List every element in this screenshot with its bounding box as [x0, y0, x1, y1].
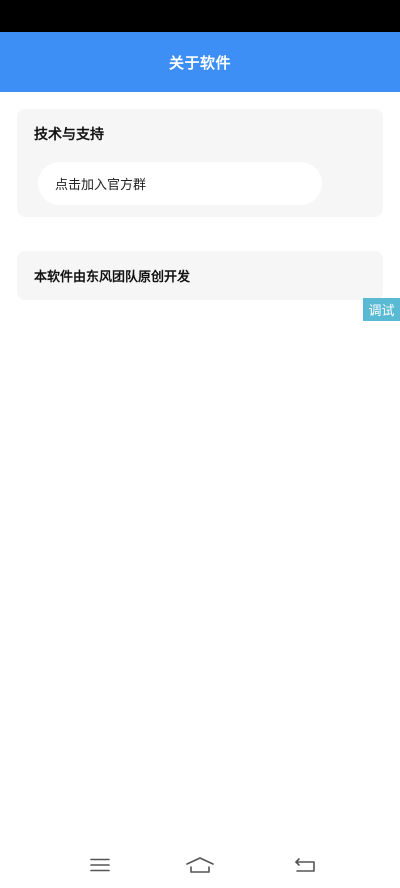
home-icon — [186, 857, 214, 873]
nav-menu-button[interactable] — [82, 850, 118, 880]
menu-icon — [90, 858, 110, 872]
app-header: 关于软件 — [0, 32, 400, 92]
credit-card: 本软件由东风团队原创开发 — [17, 251, 383, 300]
debug-tab[interactable]: 调试 — [363, 298, 400, 321]
page-title: 关于软件 — [168, 53, 231, 72]
support-card-title: 技术与支持 — [34, 127, 104, 143]
credit-text: 本软件由东风团队原创开发 — [34, 270, 191, 285]
nav-home-button[interactable] — [182, 850, 218, 880]
support-card: 技术与支持 点击加入官方群 — [17, 109, 383, 217]
back-icon — [295, 858, 315, 872]
join-official-group-button[interactable]: 点击加入官方群 — [38, 162, 322, 205]
nav-back-button[interactable] — [287, 850, 323, 880]
system-nav-bar — [0, 842, 400, 888]
about-page: 关于软件 技术与支持 点击加入官方群 本软件由东风团队原创开发 调试 — [0, 0, 400, 888]
status-bar — [0, 0, 400, 32]
